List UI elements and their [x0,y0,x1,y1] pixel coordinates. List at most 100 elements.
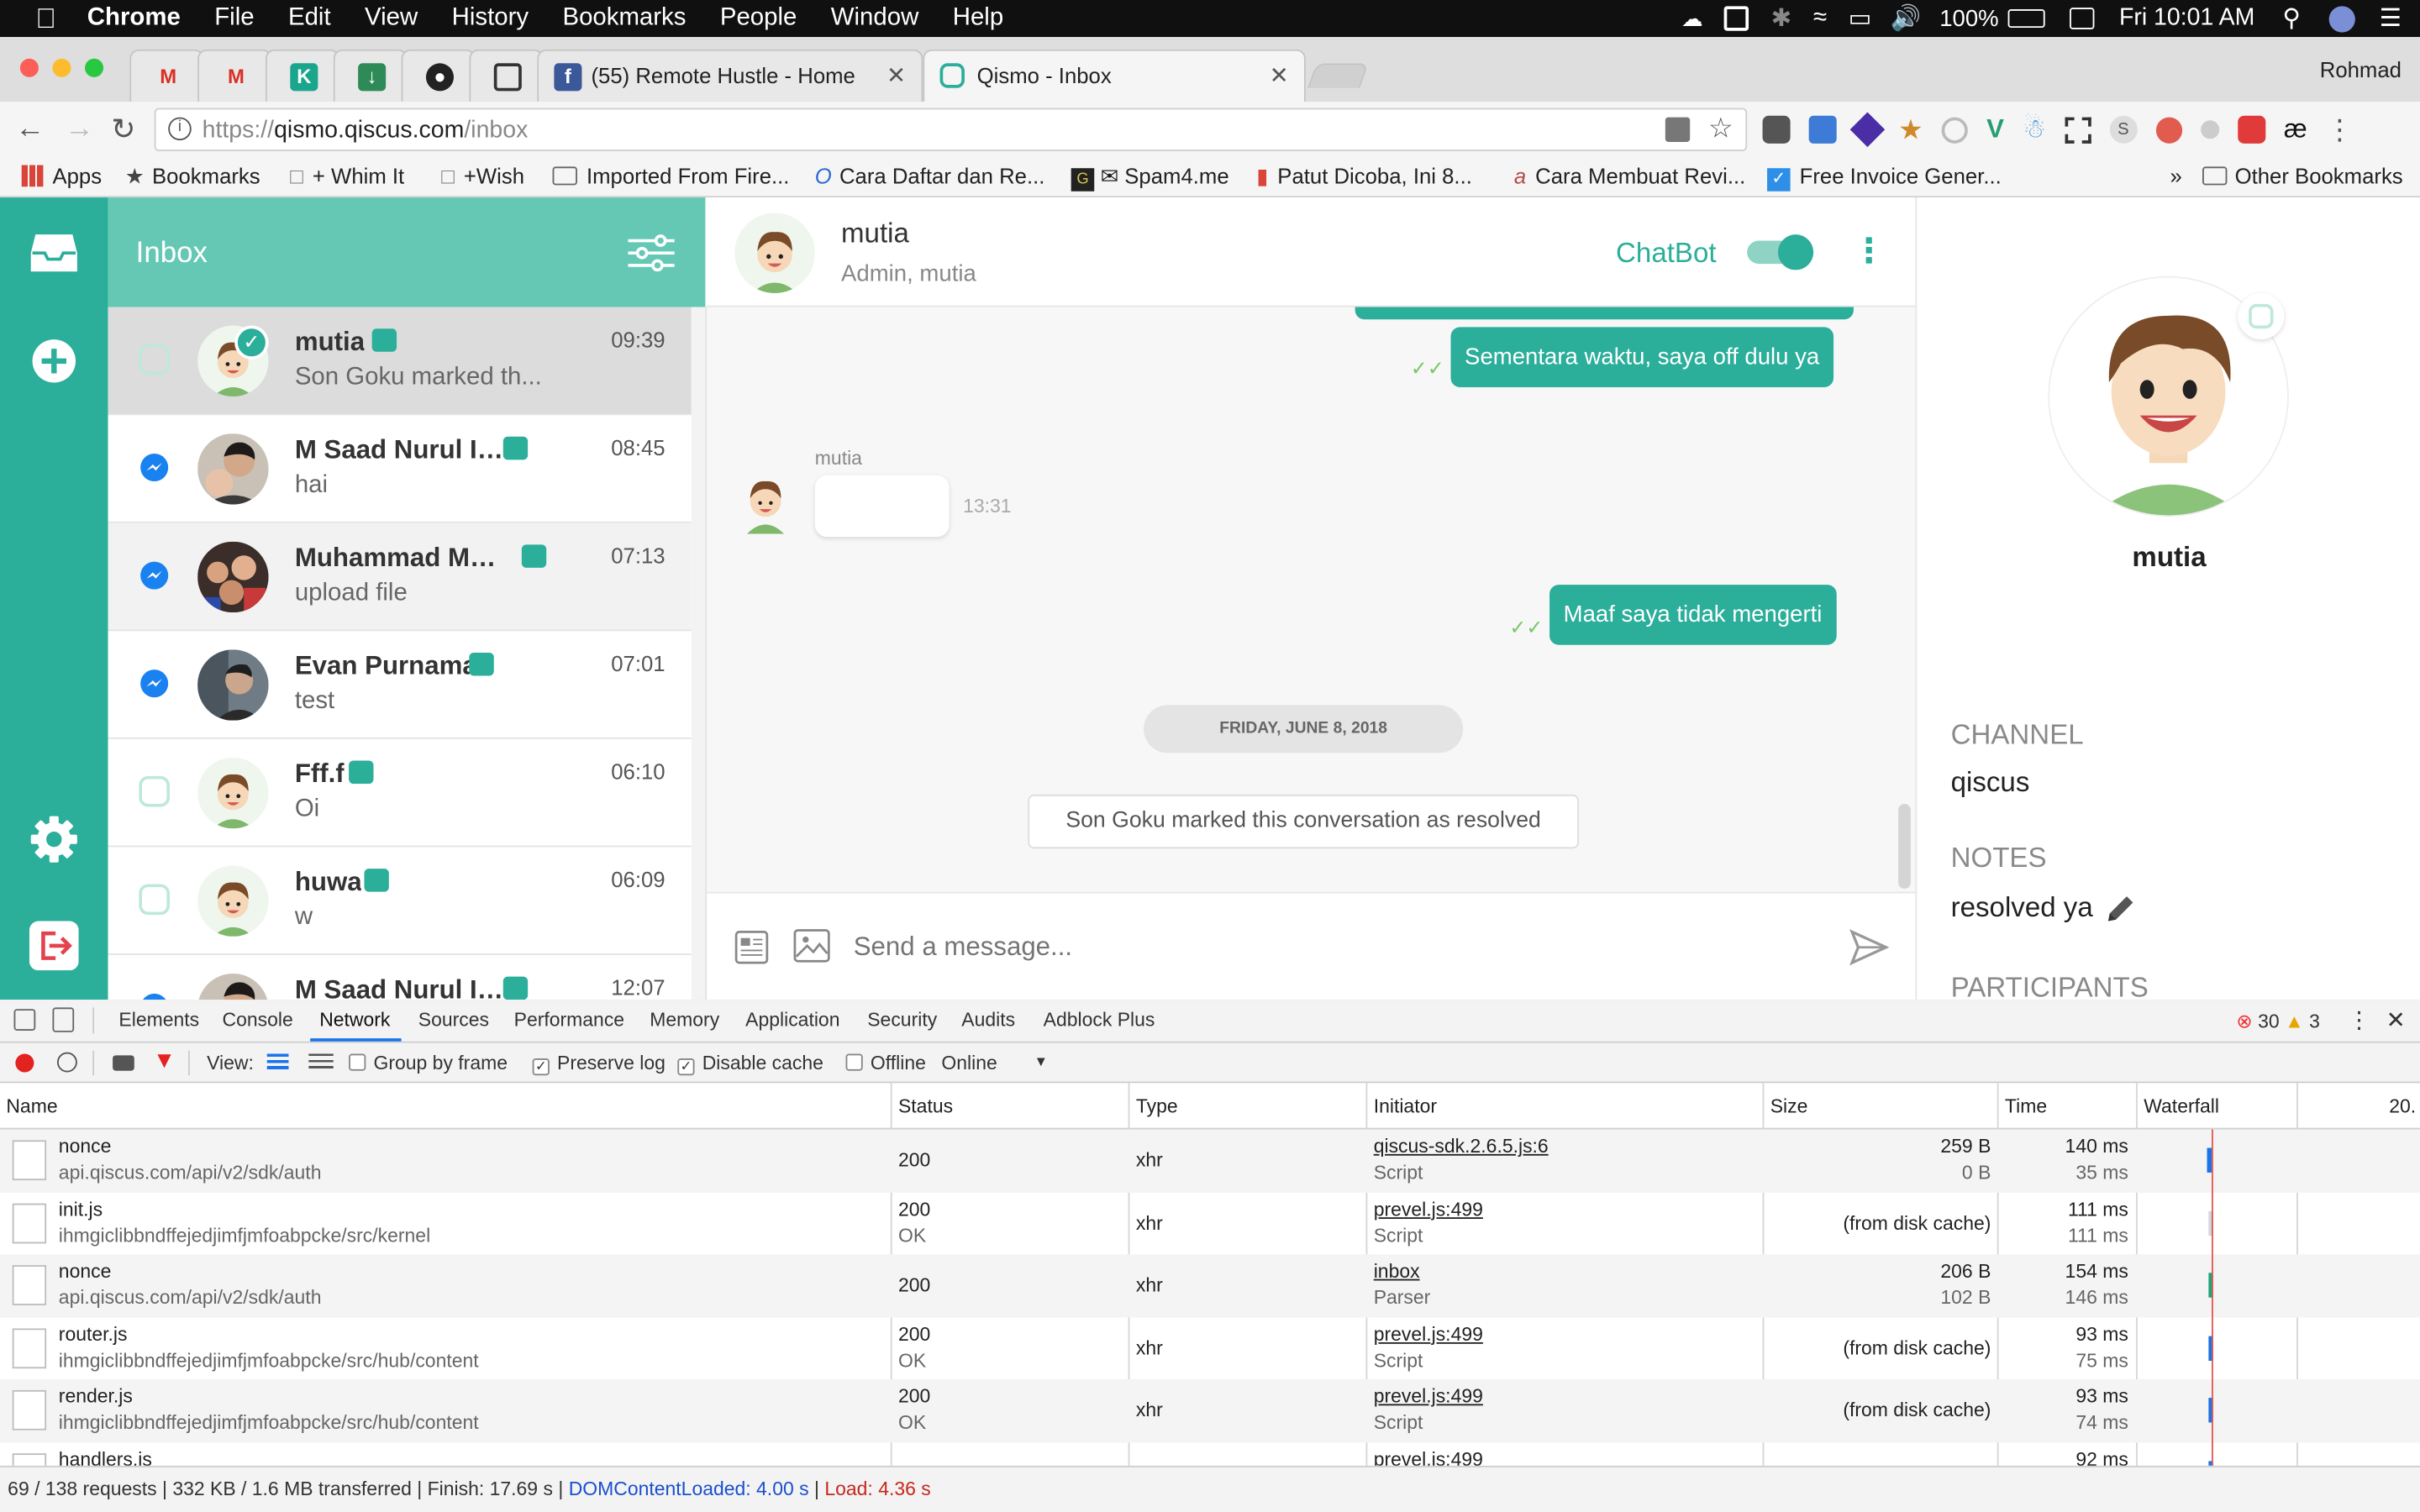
info-icon[interactable]: i [168,117,192,141]
orange-extension-icon[interactable]: ★ [1898,113,1923,146]
bookmark-apps[interactable]: Apps [21,164,102,188]
devtools-menu-icon[interactable]: ⋮ [2348,1006,2371,1033]
bookmark-cara-membuat[interactable]: a Cara Membuat Revi... [1514,164,1745,188]
network-request-row[interactable]: nonce api.qiscus.com/api/v2/sdk/auth 200 xh… [0,1129,2420,1192]
tab-gmail-2[interactable]: M [197,49,272,102]
column-type[interactable]: Type [1136,1095,1178,1117]
network-request-row[interactable]: init.js ihmgiclibbndffejedjimfjmfoabpcke/… [0,1192,2420,1254]
bookmark-patut-dicoba[interactable]: ▮ Patut Dicoba, Ini 8... [1256,164,1472,190]
profile-name[interactable]: Rohmad [2320,57,2402,81]
reload-icon[interactable]: ↻ [111,113,135,148]
conversation-item[interactable]: Evan Purnama test 07:01 [108,631,692,739]
volume-icon[interactable]: 🔊 [1891,3,1922,34]
close-tab-icon[interactable]: ✕ [1270,61,1289,89]
tab-pinned-4[interactable]: ↓ [333,49,408,102]
conversation-item[interactable]: Muhammad MdR... upload file 07:13 [108,522,692,632]
crop-extension-icon[interactable] [2065,116,2091,143]
send-icon[interactable] [1849,929,1890,966]
devtools-tab-performance[interactable]: Performance [514,1009,624,1031]
edit-pencil-icon[interactable] [2103,892,2137,926]
request-initiator-link[interactable]: prevel.js:499 [1374,1448,1483,1466]
network-request-row[interactable]: handlers.js200prevel.js:49992 ms [0,1441,2420,1466]
app-status-icon[interactable] [1724,6,1749,31]
tab-remote-hustle[interactable]: f (55) Remote Hustle - Home ✕ [537,49,923,102]
conversation-item[interactable]: huwa w 06:09 [108,847,692,955]
inbox-tray-icon[interactable] [29,232,79,275]
new-tab-button[interactable] [1307,63,1370,88]
battery-icon[interactable] [2007,9,2045,29]
chat-scrollbar-thumb[interactable] [1898,803,1911,889]
tab-qismo-inbox[interactable]: Qismo - Inbox ✕ [923,49,1306,102]
image-upload-icon[interactable] [793,929,830,963]
error-counter[interactable]: ⊗ 30 ▲ 3 [2236,1009,2319,1032]
devtools-tab-elements[interactable]: Elements [118,1009,199,1031]
request-initiator-link[interactable]: prevel.js:499 [1374,1385,1483,1407]
request-initiator-link[interactable]: qiscus-sdk.2.6.5.js:6 [1374,1136,1549,1158]
column-initiator[interactable]: Initiator [1374,1095,1437,1117]
clear-icon[interactable] [56,1052,77,1073]
bookmark-other[interactable]: Other Bookmarks [2202,164,2403,188]
template-card-icon[interactable] [734,931,769,964]
column-name[interactable]: Name [6,1095,57,1117]
outgoing-message[interactable]: Sementara waktu, saya off dulu ya [1450,327,1833,388]
menu-file[interactable]: File [214,5,254,33]
bookmark-spam4me[interactable]: G ✉ Spam4.me [1071,164,1229,192]
request-initiator-link[interactable]: prevel.js:499 [1374,1323,1483,1345]
column-time[interactable]: Time [2005,1095,2047,1117]
group-by-frame-checkbox[interactable]: Group by frame [349,1053,508,1074]
screenshot-extension-icon[interactable] [1808,115,1837,144]
bookmark-bookmarks[interactable]: ★ Bookmarks [125,164,260,190]
devtools-tab-adblock-plus[interactable]: Adblock Plus [1044,1009,1155,1031]
dot-extension-icon[interactable] [2200,120,2219,139]
creative-cloud-icon[interactable]: ☁ [1681,5,1703,31]
incoming-message[interactable] [814,475,950,538]
user-avatar-icon[interactable] [2328,5,2355,32]
spotlight-icon[interactable]: ⚲ [2282,3,2301,34]
bookmark-wish[interactable]: □ +Wish [441,164,524,188]
ae-extension-icon[interactable]: æ [2284,114,2307,145]
battery-percent[interactable]: 100% [1939,5,1998,31]
overview-icon[interactable] [308,1053,334,1071]
bookmark-free-invoice[interactable]: ✓ Free Invoice Gener... [1767,164,2002,192]
devtools-tab-memory[interactable]: Memory [650,1009,719,1031]
s-extension-icon[interactable]: S [2109,115,2138,144]
inspect-element-icon[interactable] [13,1009,36,1031]
tab-pinned-3[interactable]: K [265,49,340,102]
back-icon[interactable]: ← [15,113,45,146]
forward-icon[interactable]: → [65,113,94,146]
translate-icon[interactable] [1665,117,1691,142]
devtools-tab-network[interactable]: Network [319,1009,390,1031]
notification-center-icon[interactable]: ☰ [2380,3,2402,34]
column-status[interactable]: Status [898,1095,953,1117]
menu-bookmarks[interactable]: Bookmarks [562,5,686,33]
chrome-menu-icon[interactable]: ⋮ [2326,113,2354,146]
purple-extension-icon[interactable] [1849,112,1886,148]
network-request-row[interactable]: router.js ihmgiclibbndffejedjimfjmfoabpck… [0,1317,2420,1379]
window-minimize-button[interactable] [52,58,71,77]
chatbot-toggle[interactable] [1747,234,1814,270]
devtools-tab-application[interactable]: Application [745,1009,839,1031]
menu-edit[interactable]: Edit [288,5,331,33]
vue-devtools-icon[interactable]: V [1986,114,2004,145]
conversation-item[interactable]: Fff.f Oi 06:10 [108,739,692,848]
add-circle-icon[interactable] [31,338,77,384]
conversation-list-scrollbar[interactable] [691,307,708,1000]
bookmark-imported[interactable]: Imported From Fire... [552,164,789,188]
network-request-row[interactable]: nonce api.qiscus.com/api/v2/sdk/auth 200 xh… [0,1254,2420,1317]
keyboard-icon[interactable] [2070,8,2095,29]
throttling-select[interactable]: Online ▼ [941,1053,1052,1074]
conversation-item[interactable]: M Saad Nurul Is... 12:07 [108,955,692,1000]
outgoing-message[interactable]: Maaf saya tidak mengerti [1549,585,1836,645]
menu-help[interactable]: Help [953,5,1003,33]
menu-history[interactable]: History [452,5,529,33]
settings-gear-icon[interactable] [29,815,79,864]
bluetooth-icon[interactable]: ✱ [1771,3,1792,34]
tab-github[interactable]: ● [401,49,476,102]
chat-more-options-icon[interactable]: ⋮ [1852,232,1886,272]
disable-cache-checkbox[interactable]: ✓ Disable cache [677,1053,823,1076]
filter-sliders-icon[interactable] [627,234,676,272]
request-initiator-link[interactable]: inbox [1374,1261,1420,1283]
window-zoom-button[interactable] [85,58,104,77]
window-close-button[interactable] [19,58,39,77]
bookmark-whim-it[interactable]: □ + Whim It [290,164,404,188]
